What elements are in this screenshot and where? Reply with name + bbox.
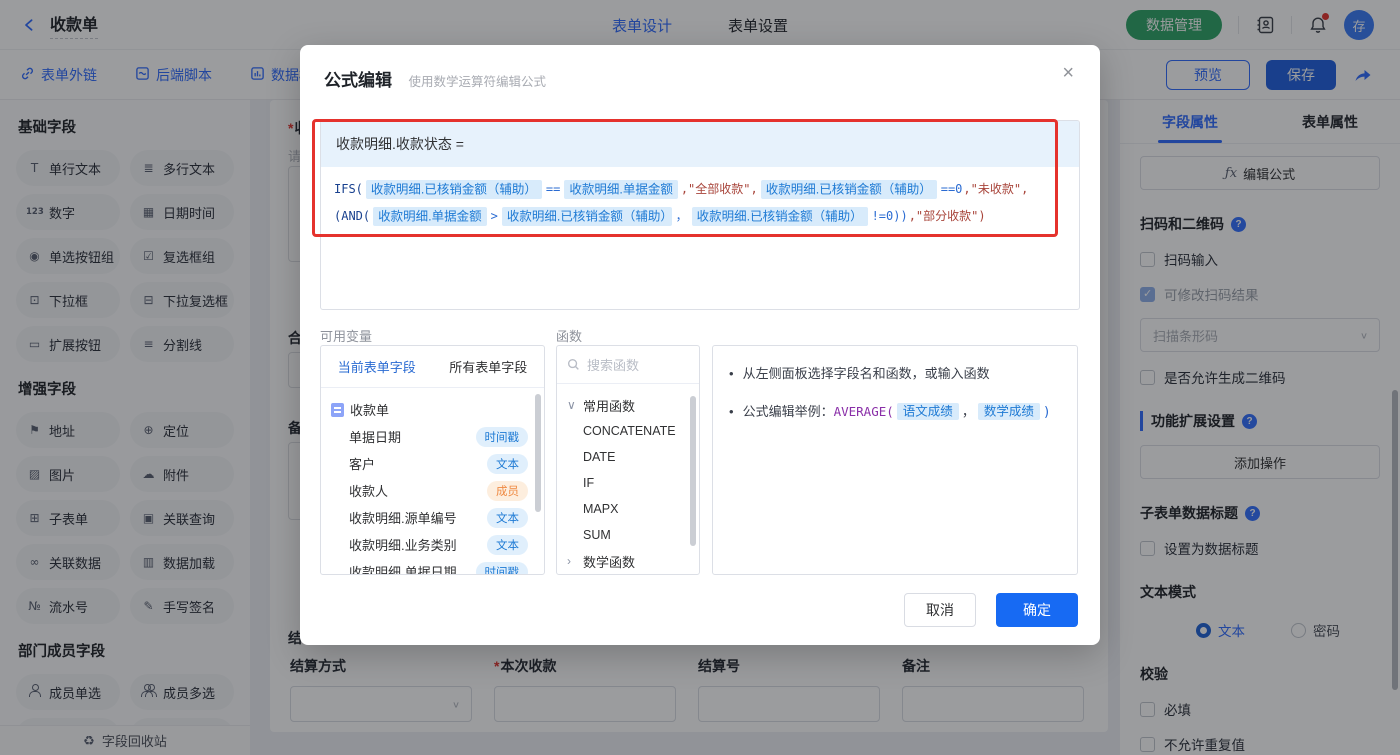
functions-panel: 搜索函数 ∨常用函数CONCATENATEDATEIFMAPXSUM›数学函数›… [556,345,700,575]
type-badge: 时间戳 [476,427,529,447]
formula-editor-area[interactable]: 收款明细.收款状态 = IFS(收款明细.已核销金额（辅助）==收款明细.单据金… [320,120,1080,310]
type-badge: 文本 [487,535,528,555]
type-badge: 文本 [487,508,528,528]
variables-tabs: 当前表单字段所有表单字段 [321,346,544,388]
function-MAPX[interactable]: MAPX [567,496,693,522]
formula-str-token: ,"未收款", [963,182,1028,196]
formula-kw-token: IFS( [334,182,363,196]
tip-line-example: • 公式编辑举例：AVERAGE(语文成绩，数学成绩) [729,402,1061,424]
formula-field-token[interactable]: 收款明细.已核销金额（辅助） [761,180,937,199]
variable-收款明细.业务类别[interactable]: 收款明细.业务类别 文本 [331,531,536,558]
scrollbar[interactable] [535,394,541,512]
tip-line: •从左侧面板选择字段名和函数，或输入函数 [729,364,1061,385]
scrollbar[interactable] [690,396,696,546]
formula-line: (AND(收款明细.单据金额 > 收款明细.已核销金额（辅助） ， 收款明细.已核销金额… [334,203,1066,230]
variables-list: 收款单单据日期时间戳客户文本收款人成员收款明细.源单编号文本收款明细.业务类别文… [321,388,544,575]
confirm-button[interactable]: 确定 [996,593,1078,627]
app-root: 收款单 表单设计表单设置 数据管理 存 表单外链后端脚本数据权限 预览 [0,0,1400,755]
variable-收款明细.单据日期[interactable]: 收款明细.单据日期 时间戳 [331,558,536,575]
function-SUM[interactable]: SUM [567,522,693,548]
formula-str-token: ,"部分收款") [909,209,986,223]
formula-field-token[interactable]: 收款明细.单据金额 [373,207,486,226]
example-field-chip: 语文成绩 [897,403,959,420]
variable-name: 收款明细.单据日期 [349,562,457,575]
tips-panel: •从左侧面板选择字段名和函数，或输入函数 • 公式编辑举例：AVERAGE(语文… [712,345,1078,575]
function-group-文本函数[interactable]: ›文本函数 [567,574,693,575]
function-group-常用函数[interactable]: ∨ 常用函数 [567,392,693,418]
modal-header: 公式编辑 使用数学运算符编辑公式 × [300,45,1100,105]
function-group-数学函数[interactable]: › 数学函数 [567,548,693,574]
formula-op-token: ， [676,209,688,223]
type-badge: 文本 [487,454,528,474]
variable-单据日期[interactable]: 单据日期 时间戳 [331,423,536,450]
formula-kw-token: (AND( [334,209,370,223]
function-group-label: 数学函数 [583,552,635,571]
variables-section-label: 可用变量 [320,326,372,345]
tab-当前表单字段[interactable]: 当前表单字段 [321,346,433,387]
function-IF[interactable]: IF [567,470,693,496]
function-group-label: 常用函数 [583,396,635,415]
formula-field-token[interactable]: 收款明细.已核销金额（辅助） [692,207,868,226]
tab-所有表单字段[interactable]: 所有表单字段 [433,346,545,387]
search-placeholder: 搜索函数 [587,355,639,374]
search-icon [567,358,580,371]
variable-name: 单据日期 [349,427,401,446]
formula-field-token[interactable]: 收款明细.单据金额 [564,180,677,199]
form-doc-icon [331,403,344,417]
variable-收款人[interactable]: 收款人 成员 [331,477,536,504]
variable-收款明细.源单编号[interactable]: 收款明细.源单编号 文本 [331,504,536,531]
variable-name: 收款明细.源单编号 [349,508,457,527]
formula-expression: IFS(收款明细.已核销金额（辅助）==收款明细.单据金额,"全部收款",收款明… [321,167,1079,239]
chevron-expanded-icon: ∨ [567,398,577,412]
variable-name: 收款人 [349,481,388,500]
close-icon[interactable]: × [1062,63,1074,83]
modal-footer: 取消 确定 [904,593,1078,627]
function-search-input[interactable]: 搜索函数 [557,346,699,384]
variable-root-label: 收款单 [350,400,389,419]
variables-panel: 当前表单字段所有表单字段 收款单单据日期时间戳客户文本收款人成员收款明细.源单编… [320,345,545,575]
function-CONCATENATE[interactable]: CONCATENATE [567,418,693,444]
formula-op-token: !=0)) [872,209,908,223]
variable-root-收款单[interactable]: 收款单 [331,396,536,423]
function-tree: ∨ 常用函数 CONCATENATEDATEIFMAPXSUM › 数学函数 ›文本函数 [557,384,699,575]
formula-str-token: ,"全部收款", [681,182,758,196]
functions-section-label: 函数 [556,326,582,345]
cancel-button[interactable]: 取消 [904,593,976,627]
formula-op-token: == [546,182,560,196]
variable-name: 客户 [349,454,375,473]
variable-客户[interactable]: 客户 文本 [331,450,536,477]
example-function: AVERAGE( [834,404,894,419]
formula-editor-modal: 公式编辑 使用数学运算符编辑公式 × 收款明细.收款状态 = IFS(收款明细.… [300,45,1100,645]
type-badge: 成员 [487,481,528,501]
variable-name: 收款明细.业务类别 [349,535,457,554]
modal-title: 公式编辑 [324,71,392,90]
function-DATE[interactable]: DATE [567,444,693,470]
formula-op-token: > [491,209,498,223]
formula-field-token[interactable]: 收款明细.已核销金额（辅助） [366,180,542,199]
formula-line: IFS(收款明细.已核销金额（辅助）==收款明细.单据金额,"全部收款",收款明… [334,176,1066,203]
chevron-collapsed-icon: › [567,554,577,568]
example-field-chip: 数学成绩 [978,403,1040,420]
modal-subtitle: 使用数学运算符编辑公式 [408,75,546,89]
formula-target: 收款明细.收款状态 = [321,121,1079,167]
formula-op-token: ==0 [941,182,963,196]
type-badge: 时间戳 [476,562,529,576]
formula-field-token[interactable]: 收款明细.已核销金额（辅助） [502,207,672,226]
